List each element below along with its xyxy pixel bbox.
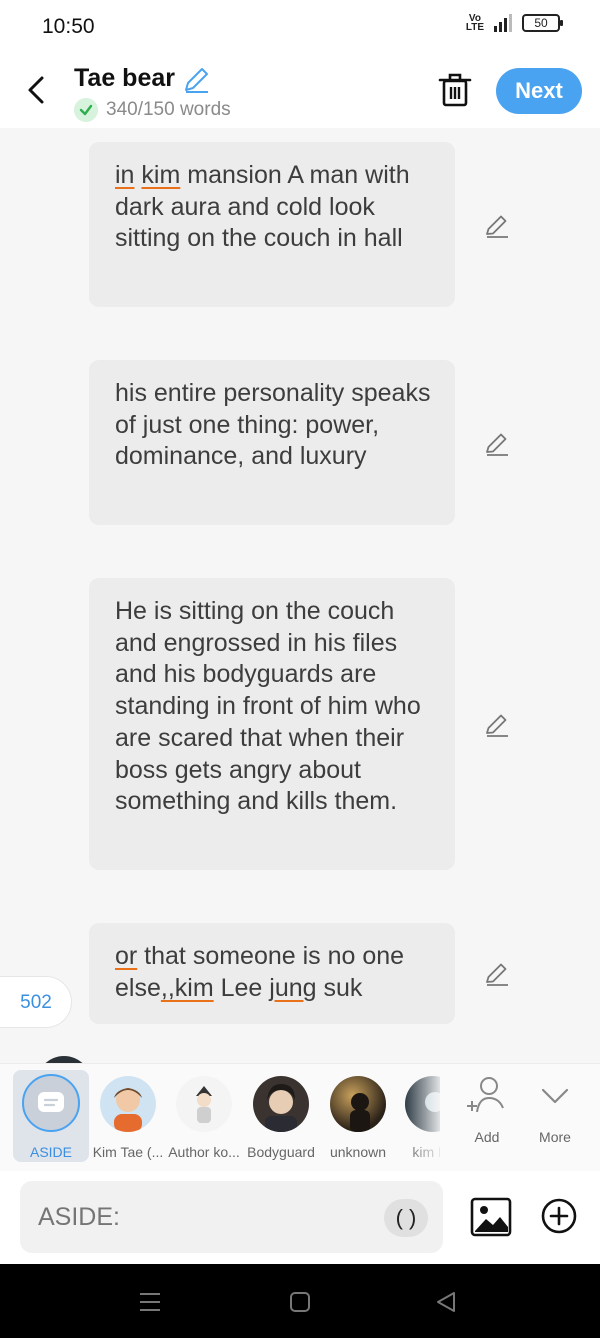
story-input[interactable] <box>20 1181 443 1253</box>
volte-icon: Vo LTE <box>465 13 484 33</box>
edit-bubble-icon[interactable] <box>483 711 511 739</box>
back-triangle-icon[interactable] <box>434 1290 458 1314</box>
signal-icon <box>494 14 512 32</box>
system-nav-bar <box>0 1264 600 1338</box>
character-list[interactable]: ASIDE Kim Tae (... Author ko... Bodyguar… <box>0 1064 440 1172</box>
next-button[interactable]: Next <box>496 68 582 114</box>
character-item[interactable]: unknown <box>319 1070 397 1162</box>
more-label: More <box>539 1129 571 1145</box>
bubble-text: Lee <box>213 973 270 1002</box>
spellcheck-word[interactable]: jung <box>269 974 316 1002</box>
story-bubble[interactable]: his entire personality speaks of just on… <box>89 360 455 525</box>
trash-icon[interactable] <box>438 70 472 108</box>
top-bar: Tae bear 340/150 words Next <box>0 54 600 128</box>
character-name: Author ko... <box>168 1144 240 1160</box>
aside-character[interactable]: ASIDE <box>13 1070 89 1162</box>
battery-icon: 50 <box>522 14 563 32</box>
avatar <box>253 1076 309 1132</box>
word-count: 340/150 words <box>106 99 231 120</box>
spellcheck-word[interactable]: in <box>115 161 134 189</box>
add-circle-icon[interactable] <box>540 1197 578 1235</box>
image-icon[interactable] <box>470 1197 512 1237</box>
story-bubble[interactable]: He is sitting on the couch and engrossed… <box>89 578 455 870</box>
avatar <box>176 1076 232 1132</box>
spellcheck-word[interactable]: ,,kim <box>161 974 214 1002</box>
bubble-text: suk <box>316 973 363 1002</box>
partial-avatar <box>36 1056 92 1063</box>
add-label: Add <box>474 1129 500 1145</box>
edit-title-icon[interactable] <box>180 64 212 96</box>
add-person-icon <box>467 1077 504 1113</box>
edit-bubble-icon[interactable] <box>483 430 511 458</box>
character-name: Kim Tae (... <box>92 1144 164 1160</box>
story-content[interactable]: in kim mansion A man with dark aura and … <box>0 128 600 1063</box>
bubble-text: He is sitting on the couch and engrossed… <box>115 597 421 816</box>
character-item[interactable]: Bodyguard <box>242 1070 320 1162</box>
add-character-button[interactable]: Add <box>460 1074 514 1164</box>
aside-avatar <box>22 1074 80 1132</box>
back-arrow-icon[interactable] <box>22 72 52 108</box>
status-bar: 10:50 Vo LTE 50 <box>0 0 600 54</box>
character-name: unknown <box>329 1144 387 1160</box>
chevron-down-icon <box>541 1088 569 1104</box>
story-title[interactable]: Tae bear <box>74 64 175 93</box>
avatar <box>100 1076 156 1132</box>
aside-label: ASIDE <box>29 1144 72 1160</box>
story-bubble[interactable]: or that someone is no one else,,kim Lee … <box>89 923 455 1024</box>
edit-bubble-icon[interactable] <box>483 960 511 988</box>
spellcheck-word[interactable]: kim <box>141 161 180 189</box>
character-name: Bodyguard <box>247 1144 315 1160</box>
status-icons: Vo LTE 50 <box>465 13 563 33</box>
status-time: 10:50 <box>42 15 95 38</box>
parenthesis-button[interactable]: ( ) <box>384 1199 428 1237</box>
avatar <box>330 1076 386 1132</box>
spellcheck-word[interactable]: or <box>115 942 137 970</box>
character-item[interactable]: Author ko... <box>165 1070 243 1162</box>
input-bar: ( ) <box>0 1171 600 1264</box>
menu-icon[interactable] <box>138 1290 162 1314</box>
bubble-counter[interactable]: 502 <box>0 976 72 1028</box>
more-button[interactable]: More <box>528 1074 582 1164</box>
character-selector: ASIDE Kim Tae (... Author ko... Bodyguar… <box>0 1063 600 1172</box>
bubble-text: his entire personality speaks of just on… <box>115 379 431 471</box>
chat-bubble-icon <box>38 1092 64 1112</box>
edit-bubble-icon[interactable] <box>483 212 511 240</box>
character-item[interactable]: Kim Tae (... <box>89 1070 167 1162</box>
home-icon[interactable] <box>288 1290 312 1314</box>
scroll-fade <box>405 1064 445 1172</box>
story-bubble[interactable]: in kim mansion A man with dark aura and … <box>89 142 455 307</box>
check-icon <box>74 98 98 122</box>
